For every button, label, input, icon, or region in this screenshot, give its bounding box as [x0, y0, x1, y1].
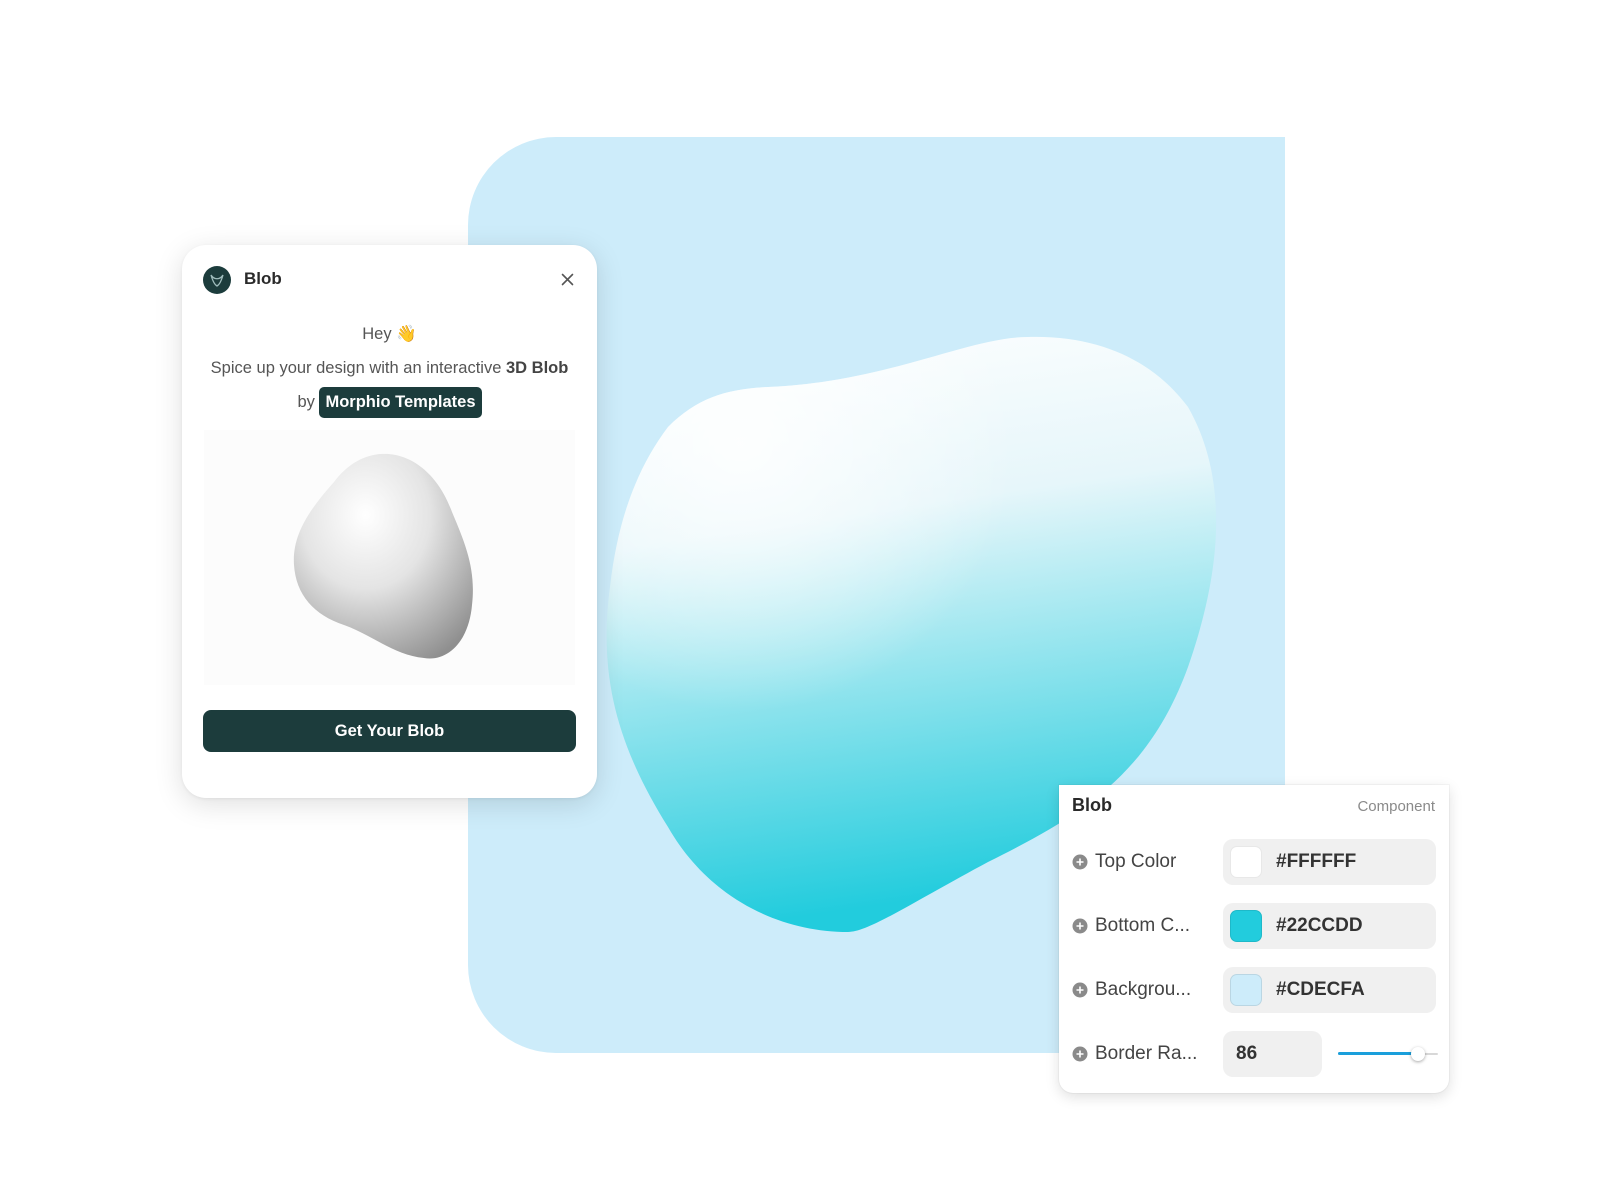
- prop-row-bottom-color: Bottom C... #22CCDD: [1059, 903, 1449, 949]
- prop-row-top-color: Top Color #FFFFFF: [1059, 839, 1449, 885]
- blob-popup-card: Blob Hey 👋 Spice up your design with an …: [182, 245, 597, 798]
- slider-thumb[interactable]: [1411, 1047, 1425, 1061]
- color-swatch[interactable]: [1230, 974, 1262, 1006]
- add-circle-icon[interactable]: [1072, 1046, 1088, 1062]
- background-color-field[interactable]: #CDECFA: [1223, 967, 1436, 1013]
- popup-title: Blob: [244, 269, 282, 288]
- get-your-blob-button[interactable]: Get Your Blob: [203, 710, 576, 752]
- properties-title: Blob: [1072, 795, 1112, 815]
- add-circle-icon[interactable]: [1072, 918, 1088, 934]
- popup-text-by: by: [297, 393, 315, 411]
- color-value: #CDECFA: [1276, 979, 1365, 1000]
- slider-fill: [1338, 1052, 1418, 1055]
- prop-row-background: Backgrou... #CDECFA: [1059, 967, 1449, 1013]
- add-circle-icon[interactable]: [1072, 982, 1088, 998]
- color-value: #FFFFFF: [1276, 851, 1357, 872]
- grey-blob-shape: [293, 453, 473, 659]
- color-swatch[interactable]: [1230, 846, 1262, 878]
- component-label: Component: [1357, 798, 1435, 815]
- prop-row-border-radius: Border Ra... 86: [1059, 1031, 1449, 1077]
- border-radius-value: 86: [1236, 1043, 1258, 1064]
- popup-description: Spice up your design with an interactive…: [202, 351, 577, 419]
- border-radius-input[interactable]: 86: [1223, 1031, 1322, 1077]
- popup-text-bold: 3D Blob: [506, 359, 569, 377]
- color-value: #22CCDD: [1276, 915, 1363, 936]
- prop-label: Bottom C...: [1095, 915, 1191, 936]
- blob-preview-image: [204, 430, 575, 685]
- color-swatch[interactable]: [1230, 910, 1262, 942]
- prop-label: Top Color: [1095, 851, 1177, 872]
- popup-greeting: Hey 👋: [362, 325, 417, 343]
- border-radius-slider[interactable]: [1338, 1047, 1438, 1061]
- bottom-color-field[interactable]: #22CCDD: [1223, 903, 1436, 949]
- properties-panel: Blob Component Top Color #FFFFFF Bottom …: [1059, 785, 1449, 1093]
- popup-text-intro: Spice up your design with an interactive: [210, 359, 502, 377]
- prop-label: Border Ra...: [1095, 1043, 1198, 1064]
- prop-label: Backgrou...: [1095, 979, 1192, 1000]
- close-icon[interactable]: [555, 267, 579, 291]
- top-color-field[interactable]: #FFFFFF: [1223, 839, 1436, 885]
- brand-badge[interactable]: Morphio Templates: [319, 387, 482, 419]
- popup-message: Hey 👋 Spice up your design with an inter…: [202, 317, 577, 419]
- add-circle-icon[interactable]: [1072, 854, 1088, 870]
- morphio-logo-icon: [203, 266, 231, 294]
